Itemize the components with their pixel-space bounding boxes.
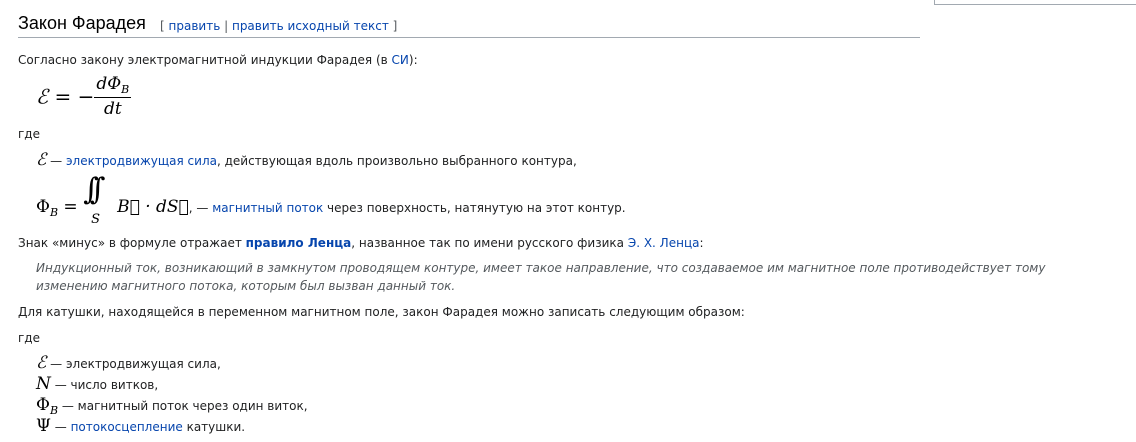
emf-symbol: ℰ xyxy=(36,353,47,373)
definition-dash: , — xyxy=(188,201,213,215)
coil-paragraph: Для катушки, находящейся в переменном ма… xyxy=(18,305,745,319)
definition-dash: — xyxy=(50,420,71,434)
fraction: dΦB dt xyxy=(94,74,132,119)
flux-linkage-link[interactable]: потокосцепление xyxy=(71,420,183,434)
flux-phi: Φ xyxy=(36,395,50,415)
lenz-quote: Индукционный ток, возникающий в замкнуто… xyxy=(36,261,1046,293)
surface-integral: ∫∫ S xyxy=(83,172,117,227)
psi-symbol: Ψ xyxy=(36,416,51,436)
edit-source-link[interactable]: править исходный текст xyxy=(232,19,389,33)
where-label-1: где xyxy=(18,127,40,141)
emf-symbol: ℰ xyxy=(36,84,49,109)
edit-bracket-close: ] xyxy=(392,19,398,33)
definition-turns: N — число витков, xyxy=(36,374,158,394)
definition-dash: — xyxy=(58,399,78,413)
lenz-text-before: Знак «минус» в формуле отражает xyxy=(18,236,246,250)
flux-symbol: ΦB xyxy=(36,197,59,219)
lenz-text-after: : xyxy=(699,236,704,250)
definition-text: число витков, xyxy=(70,378,159,392)
section-title: Закон Фарадея xyxy=(18,13,146,33)
intro-text-before: Согласно закону электромагнитной индукци… xyxy=(18,53,392,67)
numerator-subscript: B xyxy=(121,83,130,96)
flux-equals: = xyxy=(58,197,84,217)
intro-paragraph: Согласно закону электромагнитной индукци… xyxy=(18,53,418,67)
lenz-rule-link[interactable]: правило Ленца xyxy=(246,236,352,250)
definition-flux: ΦB = ∫∫ S B⃗ · dS⃗, — магнитный поток чере… xyxy=(36,172,626,228)
flux-subscript: B xyxy=(49,206,59,219)
definition-text: , действующая вдоль произвольно выбранно… xyxy=(216,154,577,168)
emf-link[interactable]: электродвижущая сила xyxy=(66,154,217,168)
where-label-2: где xyxy=(18,331,40,345)
vector-expression: B⃗ · dS⃗ xyxy=(117,197,189,217)
flux-symbol: ΦB xyxy=(36,395,58,417)
lenz-text-middle: , названное так по имени русского физика xyxy=(351,236,628,250)
definition-text: электродвижущая сила, xyxy=(65,357,221,371)
definition-emf-2: ℰ — электродвижущая сила, xyxy=(36,353,221,373)
faraday-formula: ℰ = − dΦB dt xyxy=(36,74,132,122)
definition-linkage: Ψ — потокосцепление катушки. xyxy=(36,416,245,436)
definition-text: магнитный поток через один виток, xyxy=(77,399,308,413)
equals-minus: = − xyxy=(48,84,95,109)
definition-text: через поверхность, натянутую на этот кон… xyxy=(323,201,626,215)
definition-dash: — xyxy=(46,357,66,371)
lenz-rule-label: правило Ленца xyxy=(245,236,352,250)
fraction-denominator: dt xyxy=(103,99,122,119)
edit-separator: | xyxy=(224,19,229,33)
edit-link[interactable]: править xyxy=(169,19,221,33)
definition-flux-per-turn: ΦB — магнитный поток через один виток, xyxy=(36,395,308,417)
integral-sign: ∫∫ xyxy=(83,172,105,207)
section-heading: Закон Фарадея [ править | править исходн… xyxy=(18,12,920,38)
flux-phi: Φ xyxy=(36,197,50,217)
lenz-person-link[interactable]: Э. Х. Ленца xyxy=(628,236,700,250)
sidebar-border xyxy=(934,0,1136,5)
edit-section-links: [ править | править исходный текст ] xyxy=(160,19,397,33)
magnetic-flux-link[interactable]: магнитный поток xyxy=(212,201,323,215)
definition-emf: ℰ — электродвижущая сила, действующая вд… xyxy=(36,150,577,170)
definition-dash: — xyxy=(50,378,71,392)
definition-dash: — xyxy=(46,154,66,168)
turns-symbol: N xyxy=(36,374,51,394)
si-link[interactable]: СИ xyxy=(392,53,409,67)
edit-bracket-open: [ xyxy=(160,19,165,33)
emf-symbol: ℰ xyxy=(36,150,47,170)
intro-text-after: ): xyxy=(408,53,418,67)
numerator-text: dΦ xyxy=(96,74,122,94)
fraction-numerator: dΦB xyxy=(94,74,132,98)
definition-text: катушки. xyxy=(182,420,246,434)
lenz-paragraph: Знак «минус» в формуле отражает правило … xyxy=(18,236,704,250)
integral-lower-limit: S xyxy=(91,212,100,227)
